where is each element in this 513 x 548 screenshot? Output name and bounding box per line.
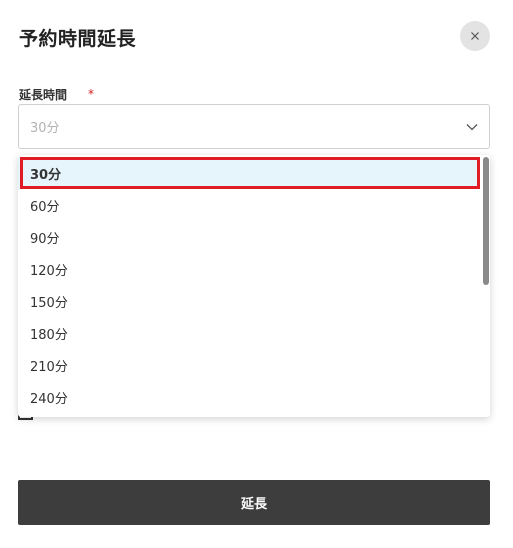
option-90min[interactable]: 90分 [18,221,480,253]
option-120min[interactable]: 120分 [18,253,480,285]
option-150min[interactable]: 150分 [18,285,480,317]
option-210min[interactable]: 210分 [18,349,480,381]
extension-time-dropdown: 30分 60分 90分 120分 150分 180分 210分 240分 [18,155,490,417]
select-value: 30分 [30,121,60,136]
option-30min[interactable]: 30分 [18,157,480,189]
extension-time-label: 延長時間 [19,88,68,102]
scrollbar-thumb[interactable] [483,157,489,285]
close-button[interactable] [460,21,490,51]
extend-reservation-dialog: 予約時間延長 延長時間 * 30分 30分 60分 90分 120分 150分 … [0,0,513,548]
required-mark: * [88,87,94,101]
chevron-down-icon [466,124,478,131]
option-180min[interactable]: 180分 [18,317,480,349]
dropdown-scrollbar[interactable] [482,155,490,417]
option-240min[interactable]: 240分 [18,381,480,413]
option-60min[interactable]: 60分 [18,189,480,221]
dialog-title: 予約時間延長 [19,28,137,50]
close-icon [471,32,479,40]
extension-time-select[interactable]: 30分 [18,104,490,149]
extend-button[interactable]: 延長 [18,480,490,525]
